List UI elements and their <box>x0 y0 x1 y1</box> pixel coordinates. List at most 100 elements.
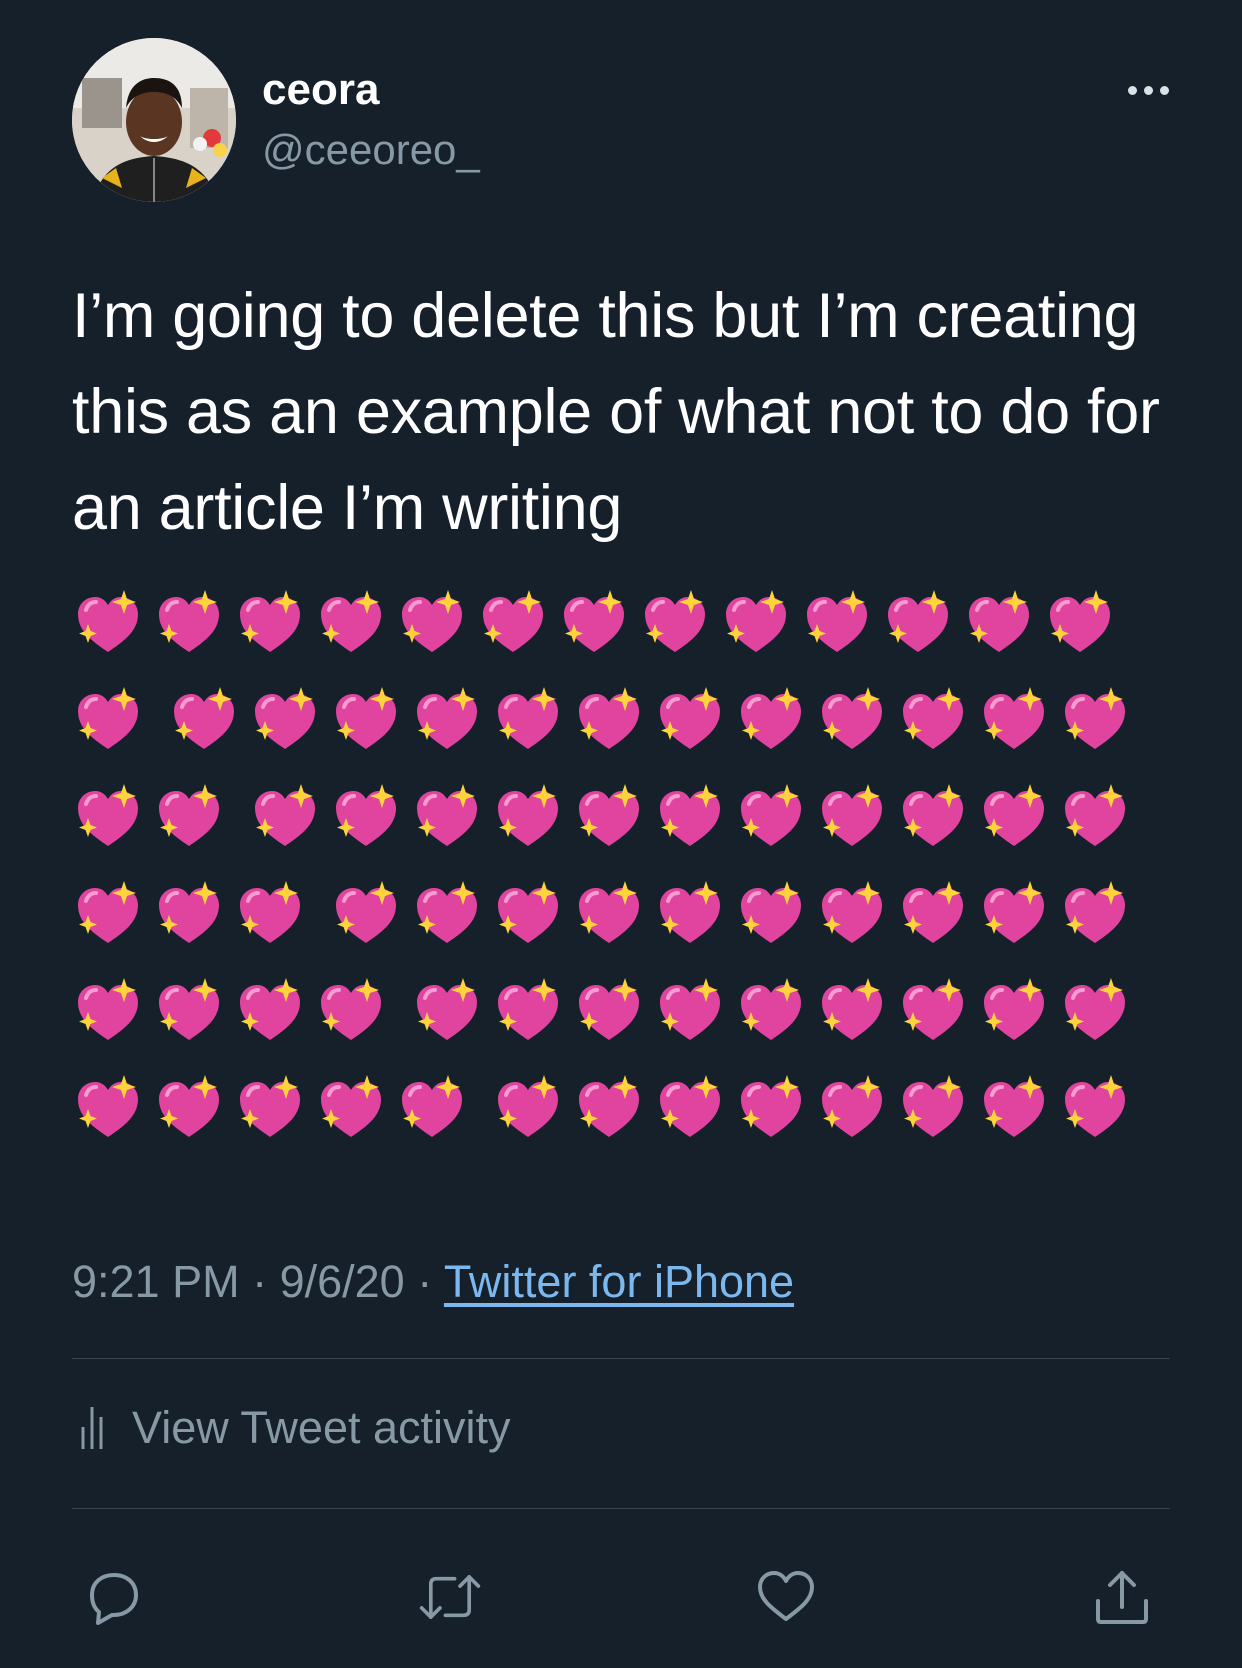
share-icon <box>1096 1571 1148 1624</box>
sparkling-heart-emoji <box>498 978 558 1040</box>
sparkling-heart-emoji <box>78 881 138 943</box>
sparkling-heart-emoji <box>78 590 138 652</box>
sparkling-heart-emoji <box>159 881 219 943</box>
sparkling-heart-emoji <box>660 784 720 846</box>
sparkling-heart-emoji <box>822 784 882 846</box>
sparkling-heart-emoji <box>741 687 801 749</box>
sparkling-heart-emoji <box>159 784 219 846</box>
more-dot <box>1143 85 1153 95</box>
sparkling-heart-emoji <box>984 978 1044 1040</box>
sparkling-heart-emoji <box>807 590 867 652</box>
sparkling-heart-emoji <box>417 881 477 943</box>
sparkling-heart-emoji <box>1050 590 1110 652</box>
reply-button[interactable] <box>82 1565 146 1629</box>
sparkling-heart-emoji <box>321 978 381 1040</box>
sparkling-heart-emoji <box>1065 784 1125 846</box>
sparkling-heart-emoji <box>159 590 219 652</box>
sparkling-heart-emoji <box>417 784 477 846</box>
sparkling-heart-emoji <box>402 1075 462 1137</box>
more-dot <box>1127 85 1137 95</box>
sparkling-heart-emoji <box>660 687 720 749</box>
sparkling-heart-emoji <box>1065 687 1125 749</box>
meta-separator: · <box>239 1256 280 1307</box>
sparkling-heart-emoji <box>498 784 558 846</box>
emoji-row <box>72 879 1172 976</box>
sparkling-heart-emoji <box>822 1075 882 1137</box>
divider <box>72 1358 1170 1359</box>
share-button[interactable] <box>1090 1565 1154 1629</box>
sparkling-heart-emoji <box>579 881 639 943</box>
sparkling-heart-emoji <box>984 1075 1044 1137</box>
sparkling-heart-emoji <box>984 687 1044 749</box>
view-tweet-activity[interactable]: View Tweet activity <box>80 1398 511 1458</box>
emoji-row <box>72 976 1172 1073</box>
sparkling-heart-emoji <box>240 1075 300 1137</box>
emoji-row <box>72 685 1172 782</box>
tweet-date: 9/6/20 <box>279 1256 405 1307</box>
sparkling-heart-emoji <box>579 784 639 846</box>
display-name[interactable]: ceora <box>262 62 379 118</box>
emoji-row <box>72 588 1172 685</box>
sparkling-heart-emoji <box>483 590 543 652</box>
sparkling-heart-emoji <box>903 881 963 943</box>
sparkling-heart-emoji <box>336 784 396 846</box>
sparkling-heart-emoji <box>78 978 138 1040</box>
sparkling-heart-emoji <box>336 881 396 943</box>
sparkling-heart-emoji <box>741 784 801 846</box>
meta-separator: · <box>404 1256 444 1307</box>
sparkling-heart-emoji <box>78 687 138 749</box>
emoji-row <box>72 782 1172 879</box>
like-button[interactable] <box>754 1565 818 1629</box>
tweet-time: 9:21 PM <box>72 1256 240 1307</box>
sparkling-heart-emoji <box>822 687 882 749</box>
sparkling-heart-emoji <box>321 1075 381 1137</box>
divider <box>72 1508 1170 1509</box>
more-dot <box>1159 85 1169 95</box>
sparkling-heart-emoji <box>579 687 639 749</box>
sparkling-heart-emoji <box>1065 1075 1125 1137</box>
sparkling-heart-emoji <box>1065 881 1125 943</box>
sparkling-heart-emoji <box>402 590 462 652</box>
retweet-icon <box>419 1575 481 1619</box>
tweet-metadata: 9:21 PM · 9/6/20 · Twitter for iPhone <box>72 1252 794 1312</box>
avatar[interactable] <box>72 38 236 202</box>
sparkling-heart-emoji <box>660 1075 720 1137</box>
sparkling-heart-emoji <box>660 881 720 943</box>
sparkling-heart-emoji <box>903 978 963 1040</box>
username-handle[interactable]: @ceeoreo_ <box>262 122 480 178</box>
sparkling-heart-emoji <box>903 687 963 749</box>
sparkling-heart-emoji <box>741 881 801 943</box>
emoji-block <box>72 588 1172 1170</box>
sparkling-heart-emoji <box>984 784 1044 846</box>
like-icon <box>758 1571 814 1621</box>
sparkling-heart-emoji <box>822 978 882 1040</box>
sparkling-heart-emoji <box>741 978 801 1040</box>
sparkling-heart-emoji <box>159 1075 219 1137</box>
sparkling-heart-emoji <box>564 590 624 652</box>
sparkling-heart-emoji <box>579 978 639 1040</box>
sparkling-heart-emoji <box>240 590 300 652</box>
sparkling-heart-emoji <box>660 978 720 1040</box>
sparkling-heart-emoji <box>255 687 315 749</box>
sparkling-heart-emoji <box>903 784 963 846</box>
sparkling-heart-emoji <box>78 1075 138 1137</box>
sparkling-heart-emoji <box>78 784 138 846</box>
sparkling-heart-emoji <box>903 1075 963 1137</box>
sparkling-heart-emoji <box>240 978 300 1040</box>
more-options-icon[interactable] <box>1116 66 1180 114</box>
activity-label: View Tweet activity <box>132 1402 511 1453</box>
sparkling-heart-emoji <box>240 881 300 943</box>
sparkling-heart-emoji <box>174 687 234 749</box>
sparkling-heart-emoji <box>822 881 882 943</box>
sparkling-heart-emoji <box>579 1075 639 1137</box>
tweet-text: I’m going to delete this but I’m creatin… <box>72 281 1160 543</box>
bar-chart-icon <box>81 1407 103 1449</box>
source-link[interactable]: Twitter for iPhone <box>444 1256 794 1307</box>
reply-icon <box>90 1573 138 1625</box>
sparkling-heart-emoji <box>969 590 1029 652</box>
sparkling-heart-emoji <box>321 590 381 652</box>
sparkling-heart-emoji <box>336 687 396 749</box>
sparkling-heart-emoji <box>984 881 1044 943</box>
retweet-button[interactable] <box>418 1565 482 1629</box>
sparkling-heart-emoji <box>417 978 477 1040</box>
